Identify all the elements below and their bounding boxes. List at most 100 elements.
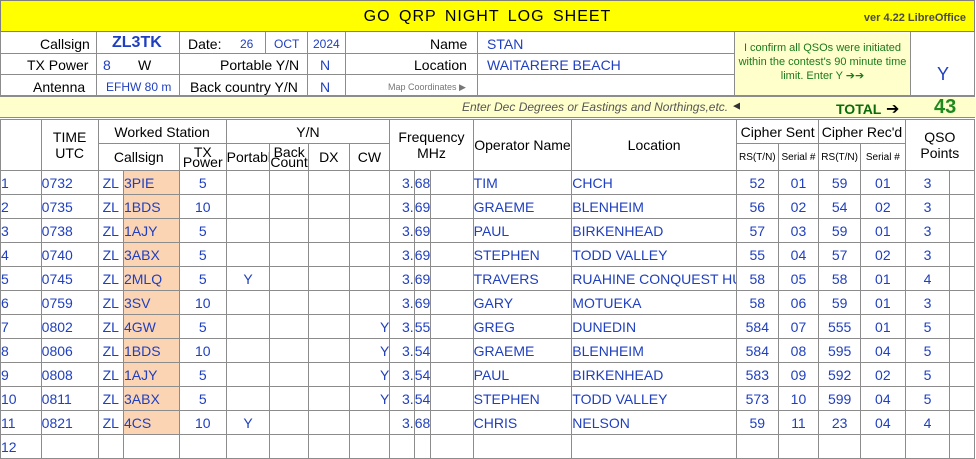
rs-recd-cell[interactable]: 592 xyxy=(818,362,861,387)
frequency-mhz-cell[interactable]: 3. xyxy=(389,362,415,387)
time-cell[interactable]: 0806 xyxy=(40,338,99,363)
callsign-prefix-cell[interactable]: ZL xyxy=(97,218,124,243)
rs-recd-cell[interactable]: 59 xyxy=(818,170,861,195)
rs-recd-cell[interactable]: 595 xyxy=(818,338,861,363)
portable-cell[interactable] xyxy=(225,170,271,195)
rs-sent-cell[interactable]: 584 xyxy=(735,314,779,339)
serial-sent-cell[interactable]: 06 xyxy=(777,290,820,315)
callsign-suffix-cell[interactable]: 1BDS xyxy=(122,338,180,363)
tx-power-cell[interactable] xyxy=(178,434,227,459)
rs-sent-cell[interactable]: 56 xyxy=(735,194,779,219)
cw-cell[interactable]: Y xyxy=(348,338,391,363)
dx-cell[interactable] xyxy=(307,362,350,387)
serial-sent-cell[interactable]: 10 xyxy=(777,386,820,411)
rs-recd-cell[interactable] xyxy=(818,434,861,459)
portable-cell[interactable] xyxy=(225,242,271,267)
time-cell[interactable]: 0740 xyxy=(40,242,99,267)
time-cell[interactable]: 0821 xyxy=(40,410,99,435)
dx-cell[interactable] xyxy=(307,338,350,363)
callsign-suffix-cell[interactable]: 2MLQ xyxy=(122,266,180,291)
tx-power-cell[interactable]: 10 xyxy=(178,410,227,435)
location-cell[interactable]: BLENHEIM xyxy=(571,338,737,363)
location-cell[interactable]: TODD VALLEY xyxy=(571,242,737,267)
qso-points-cell[interactable]: 3 xyxy=(904,242,951,267)
rs-sent-cell[interactable]: 58 xyxy=(735,290,779,315)
dx-cell[interactable] xyxy=(307,218,350,243)
cw-cell[interactable] xyxy=(348,218,391,243)
qso-points-cell[interactable]: 3 xyxy=(904,218,951,243)
rs-sent-cell[interactable]: 573 xyxy=(735,386,779,411)
callsign-suffix-cell[interactable]: 3PIE xyxy=(122,170,180,195)
antenna-field[interactable]: EFHW 80 m xyxy=(106,80,171,94)
frequency-khz-cell[interactable]: 685 xyxy=(413,170,431,195)
location-cell[interactable] xyxy=(571,434,737,459)
back-country-cell[interactable] xyxy=(269,410,309,435)
frequency-khz-cell[interactable]: 550 xyxy=(413,314,431,339)
callsign-field[interactable]: ZL3TK xyxy=(112,34,162,52)
frequency-khz-cell[interactable]: 549 xyxy=(413,338,431,363)
operator-name-cell[interactable]: PAUL xyxy=(472,218,573,243)
back-country-cell[interactable] xyxy=(269,218,309,243)
dx-cell[interactable] xyxy=(307,194,350,219)
operator-name-cell[interactable]: STEPHEN xyxy=(472,386,573,411)
serial-recd-cell[interactable]: 04 xyxy=(859,386,906,411)
back-country-cell[interactable] xyxy=(269,338,309,363)
operator-name-cell[interactable]: PAUL xyxy=(472,362,573,387)
serial-sent-cell[interactable]: 11 xyxy=(777,410,820,435)
frequency-khz-cell[interactable] xyxy=(413,434,431,459)
rs-recd-cell[interactable]: 57 xyxy=(818,242,861,267)
portable-cell[interactable] xyxy=(225,338,271,363)
serial-recd-cell[interactable]: 01 xyxy=(859,290,906,315)
location-cell[interactable]: BIRKENHEAD xyxy=(571,218,737,243)
back-country-cell[interactable] xyxy=(269,386,309,411)
rs-recd-cell[interactable]: 54 xyxy=(818,194,861,219)
time-cell[interactable]: 0759 xyxy=(40,290,99,315)
serial-sent-cell[interactable]: 07 xyxy=(777,314,820,339)
serial-recd-cell[interactable]: 04 xyxy=(859,338,906,363)
frequency-khz-cell[interactable]: 549 xyxy=(413,386,431,411)
date-year-field[interactable]: 2024 xyxy=(313,37,340,51)
frequency-khz-cell[interactable]: 680 xyxy=(413,410,431,435)
rs-recd-cell[interactable]: 555 xyxy=(818,314,861,339)
portable-cell[interactable] xyxy=(225,386,271,411)
rs-recd-cell[interactable]: 599 xyxy=(818,386,861,411)
operator-name-cell[interactable]: STEPHEN xyxy=(472,242,573,267)
callsign-prefix-cell[interactable]: ZL xyxy=(97,338,124,363)
back-country-cell[interactable] xyxy=(269,242,309,267)
portable-cell[interactable]: Y xyxy=(225,410,271,435)
frequency-mhz-cell[interactable]: 3. xyxy=(389,314,415,339)
callsign-suffix-cell[interactable]: 1AJY xyxy=(122,362,180,387)
date-month-field[interactable]: OCT xyxy=(274,37,299,51)
tx-power-cell[interactable]: 10 xyxy=(178,290,227,315)
back-country-cell[interactable] xyxy=(269,362,309,387)
frequency-mhz-cell[interactable] xyxy=(389,434,415,459)
frequency-mhz-cell[interactable]: 3. xyxy=(389,170,415,195)
location-cell[interactable]: BLENHEIM xyxy=(571,194,737,219)
back-country-cell[interactable] xyxy=(269,434,309,459)
tx-power-cell[interactable]: 10 xyxy=(178,338,227,363)
serial-sent-cell[interactable]: 05 xyxy=(777,266,820,291)
serial-sent-cell[interactable]: 01 xyxy=(777,170,820,195)
callsign-suffix-cell[interactable]: 1AJY xyxy=(122,218,180,243)
time-cell[interactable] xyxy=(40,434,99,459)
tx-power-cell[interactable]: 5 xyxy=(178,218,227,243)
serial-recd-cell[interactable]: 01 xyxy=(859,266,906,291)
serial-recd-cell[interactable]: 01 xyxy=(859,170,906,195)
operator-name-cell[interactable]: GREG xyxy=(472,314,573,339)
cw-cell[interactable] xyxy=(348,290,391,315)
back-country-cell[interactable] xyxy=(269,290,309,315)
operator-name-cell[interactable]: TIM xyxy=(472,170,573,195)
portable-cell[interactable] xyxy=(225,434,271,459)
time-cell[interactable]: 0745 xyxy=(40,266,99,291)
qso-points-cell[interactable] xyxy=(904,434,951,459)
time-cell[interactable]: 0802 xyxy=(40,314,99,339)
portable-cell[interactable] xyxy=(225,314,271,339)
callsign-prefix-cell[interactable]: ZL xyxy=(97,194,124,219)
callsign-prefix-cell[interactable]: ZL xyxy=(97,410,124,435)
rs-sent-cell[interactable]: 59 xyxy=(735,410,779,435)
callsign-prefix-cell[interactable] xyxy=(97,434,124,459)
portable-field[interactable]: N xyxy=(320,57,330,73)
operator-name-cell[interactable]: GRAEME xyxy=(472,338,573,363)
tx-power-cell[interactable]: 5 xyxy=(178,314,227,339)
dx-cell[interactable] xyxy=(307,170,350,195)
